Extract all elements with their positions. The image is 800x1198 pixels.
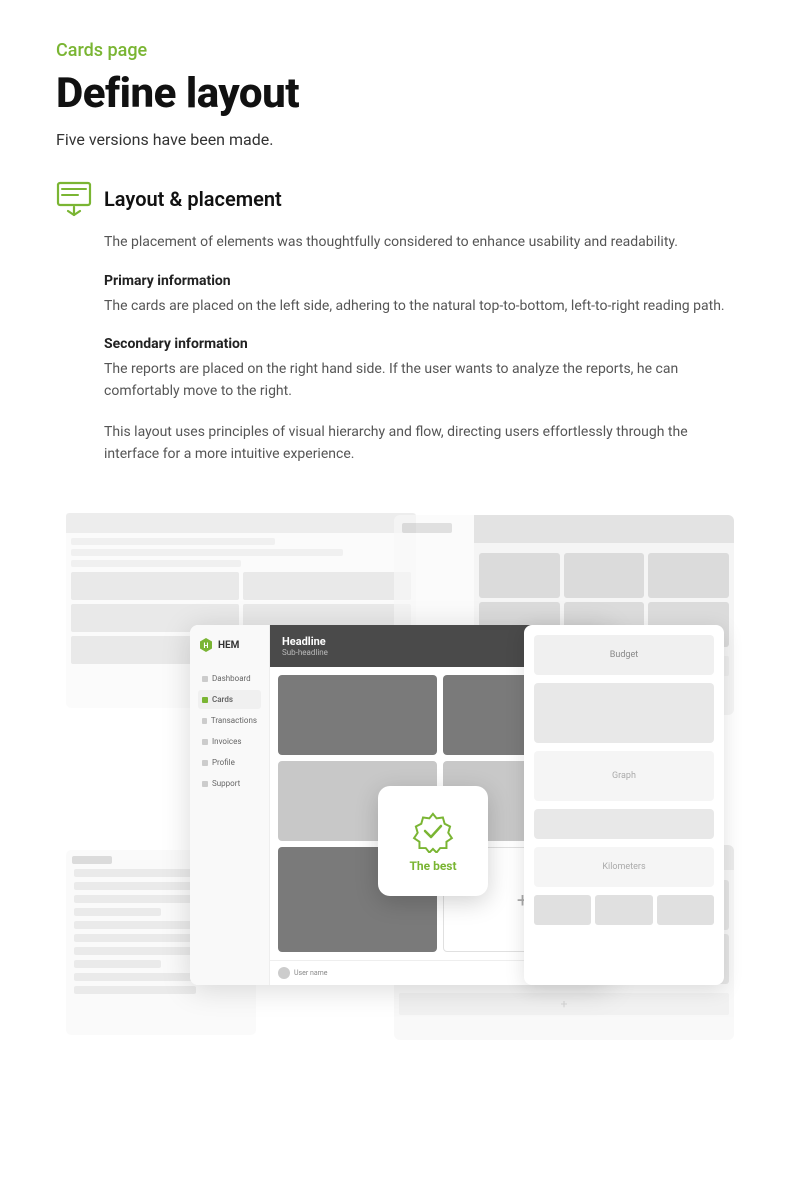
primary-info-text: The cards are placed on the left side, a… xyxy=(104,295,744,317)
grey-block-2 xyxy=(534,809,714,839)
intro-text: The placement of elements was thoughtful… xyxy=(104,231,744,253)
mockup-logo: H HEM xyxy=(198,637,261,653)
mini-cell-1 xyxy=(534,895,591,925)
closing-text: This layout uses principles of visual hi… xyxy=(104,421,744,466)
subtitle: Five versions have been made. xyxy=(56,130,744,149)
user-avatar xyxy=(278,967,290,979)
brm-plus-icon: + xyxy=(399,993,729,1015)
mini-cell-2 xyxy=(595,895,652,925)
section-title: Layout & placement xyxy=(104,187,282,211)
hex-logo-icon: H xyxy=(198,637,214,653)
svg-text:H: H xyxy=(204,642,209,650)
primary-info-title: Primary information xyxy=(104,273,744,289)
graph-cell: Graph xyxy=(534,751,714,801)
nav-item-invoices[interactable]: Invoices xyxy=(198,732,261,751)
section-body: The placement of elements was thoughtful… xyxy=(104,231,744,465)
section-header: Layout & placement xyxy=(56,181,744,217)
category-label: Cards page xyxy=(56,40,744,61)
budget-cell: Budget xyxy=(534,635,714,675)
nav-item-transactions[interactable]: Transactions xyxy=(198,711,261,730)
page-title: Define layout xyxy=(56,69,744,118)
nav-item-cards[interactable]: Cards xyxy=(198,690,261,709)
mini-cell-3 xyxy=(657,895,714,925)
badge-overlay: The best xyxy=(378,786,488,896)
badge-label: The best xyxy=(409,859,456,873)
grey-block-1 xyxy=(534,683,714,743)
nav-item-dashboard[interactable]: Dashboard xyxy=(198,669,261,688)
subsection-secondary: Secondary information The reports are pl… xyxy=(104,336,744,403)
secondary-info-title: Secondary information xyxy=(104,336,744,352)
mini-grid xyxy=(534,895,714,925)
mockup-sidebar: H HEM Dashboard Cards Transactions xyxy=(190,625,270,985)
badge-check-icon xyxy=(411,809,455,853)
mockup-card-1 xyxy=(278,675,437,755)
secondary-info-text: The reports are placed on the right hand… xyxy=(104,358,744,403)
section: Layout & placement The placement of elem… xyxy=(56,181,744,465)
nav-item-profile[interactable]: Profile xyxy=(198,753,261,772)
right-panel: Budget Graph Kilometers xyxy=(524,625,724,985)
page-container: Cards page Define layout Five versions h… xyxy=(0,0,800,1085)
nav-item-support[interactable]: Support xyxy=(198,774,261,793)
km-cell: Kilometers xyxy=(534,847,714,887)
user-name-label: User name xyxy=(294,969,328,977)
layout-placement-icon xyxy=(56,181,92,217)
subsection-primary: Primary information The cards are placed… xyxy=(104,273,744,317)
mockup-logo-text: HEM xyxy=(218,640,239,651)
mockup-area: + xyxy=(56,505,744,1045)
